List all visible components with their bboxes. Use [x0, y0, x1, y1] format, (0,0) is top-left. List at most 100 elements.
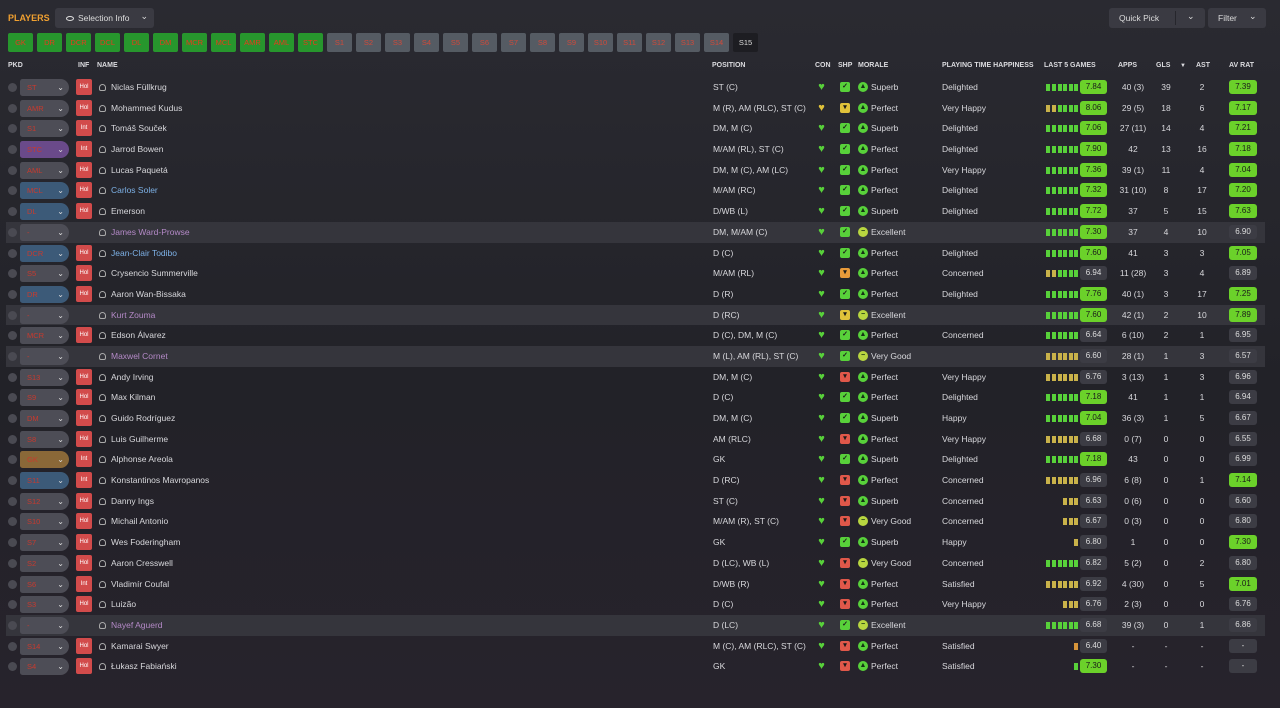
squad-position-select[interactable]: S2 ⌄	[20, 554, 69, 572]
player-name[interactable]: Luizão	[99, 594, 136, 615]
player-name[interactable]: Łukasz Fabiański	[99, 656, 177, 677]
inf-badge[interactable]: Hol	[76, 203, 92, 220]
table-row[interactable]: MCR ⌄ Hol Edson Álvarez D (C), DM, M (C) ♥ ✓ ▲ P…	[6, 325, 1265, 346]
player-name[interactable]: Andy Irving	[99, 367, 154, 388]
player-name[interactable]: Carlos Soler	[99, 180, 158, 201]
inf-badge[interactable]: Int	[76, 120, 92, 137]
inf-badge[interactable]: Hol	[76, 658, 92, 675]
table-row[interactable]: - ⌄ Kurt Zouma D (RC) ♥ ▾ − Excellent 7.60 42 (1)…	[6, 304, 1265, 326]
squad-position-select[interactable]: DR ⌄	[20, 285, 69, 303]
filter-button[interactable]: Filter ⌄	[1208, 8, 1266, 28]
squad-position-select[interactable]: S5 ⌄	[20, 265, 69, 283]
player-name[interactable]: Alphonse Areola	[99, 449, 173, 470]
player-name[interactable]: Vladimír Coufal	[99, 574, 169, 595]
inf-badge[interactable]: Hol	[76, 285, 92, 302]
col-apps[interactable]: APPS	[1118, 62, 1137, 69]
player-name[interactable]: Michail Antonio	[99, 511, 168, 532]
tab-s2[interactable]: S2	[356, 33, 381, 52]
tab-s1[interactable]: S1	[327, 33, 352, 52]
col-inf[interactable]: INF	[78, 62, 89, 69]
table-row[interactable]: - ⌄ Maxwel Cornet M (L), AM (RL), ST (C) ♥ ✓ −…	[6, 345, 1265, 367]
player-name[interactable]: Edson Álvarez	[99, 325, 166, 346]
table-row[interactable]: AMR ⌄ Hol Mohammed Kudus M (R), AM (RLC), ST…	[6, 98, 1265, 119]
squad-position-select[interactable]: S7 ⌄	[20, 534, 69, 552]
pkd-indicator[interactable]	[8, 310, 17, 320]
table-row[interactable]: STC ⌄ Int Jarrod Bowen M/AM (RL), ST (C) ♥ ✓ ▲ P…	[6, 139, 1265, 160]
pkd-indicator[interactable]	[8, 186, 17, 196]
squad-position-select[interactable]: - ⌄	[20, 616, 69, 634]
tab-mcl[interactable]: MCL	[211, 33, 236, 52]
inf-badge[interactable]: Hol	[76, 513, 92, 530]
tab-s3[interactable]: S3	[385, 33, 410, 52]
player-name[interactable]: Luis Guilherme	[99, 429, 168, 450]
inf-badge[interactable]: Hol	[76, 554, 92, 571]
pkd-indicator[interactable]	[8, 207, 17, 217]
player-name[interactable]: Lucas Paquetá	[99, 160, 168, 181]
pkd-indicator[interactable]	[8, 517, 17, 527]
tab-s13[interactable]: S13	[675, 33, 700, 52]
tab-s12[interactable]: S12	[646, 33, 671, 52]
pkd-indicator[interactable]	[8, 124, 17, 134]
table-row[interactable]: DL ⌄ Hol Emerson D/WB (L) ♥ ✓ ▲ Superb Delighted 7…	[6, 201, 1265, 222]
squad-position-select[interactable]: AML ⌄	[20, 161, 69, 179]
squad-position-select[interactable]: S3 ⌄	[20, 596, 69, 614]
table-row[interactable]: DR ⌄ Hol Aaron Wan-Bissaka D (R) ♥ ✓ ▲ Perfect De…	[6, 284, 1265, 305]
tab-aml[interactable]: AML	[269, 33, 294, 52]
col-con[interactable]: CON	[815, 62, 831, 69]
table-row[interactable]: MCL ⌄ Hol Carlos Soler M/AM (RC) ♥ ✓ ▲ Perfect De…	[6, 180, 1265, 201]
pkd-indicator[interactable]	[8, 600, 17, 610]
tab-amr[interactable]: AMR	[240, 33, 265, 52]
col-pkd[interactable]: PKD	[8, 62, 23, 69]
table-row[interactable]: S10 ⌄ Hol Michail Antonio M/AM (R), ST (C) ♥ ▾…	[6, 511, 1265, 532]
squad-position-select[interactable]: - ⌄	[20, 223, 69, 241]
pkd-indicator[interactable]	[8, 103, 17, 113]
player-name[interactable]: James Ward-Prowse	[99, 222, 190, 243]
squad-position-select[interactable]: DL ⌄	[20, 203, 69, 221]
pkd-indicator[interactable]	[8, 496, 17, 506]
pkd-indicator[interactable]	[8, 289, 17, 299]
squad-position-select[interactable]: MCL ⌄	[20, 182, 69, 200]
squad-position-select[interactable]: S1 ⌄	[20, 120, 69, 138]
table-row[interactable]: S3 ⌄ Hol Luizão D (C) ♥ ▾ ▲ Perfect Very Happy 6.7…	[6, 594, 1265, 615]
table-row[interactable]: GK ⌄ Int Alphonse Areola GK ♥ ✓ ▲ Superb Delighte…	[6, 449, 1265, 470]
player-name[interactable]: Danny Ings	[99, 491, 154, 512]
table-row[interactable]: S14 ⌄ Hol Kamarai Swyer M (C), AM (RLC), ST …	[6, 636, 1265, 657]
player-name[interactable]: Nayef Aguerd	[99, 615, 163, 636]
tab-s11[interactable]: S11	[617, 33, 642, 52]
pkd-indicator[interactable]	[8, 145, 17, 155]
squad-position-select[interactable]: S4 ⌄	[20, 658, 69, 676]
col-position[interactable]: POSITION	[712, 62, 745, 69]
pkd-indicator[interactable]	[8, 165, 17, 175]
inf-badge[interactable]: Hol	[76, 79, 92, 95]
squad-position-select[interactable]: S10 ⌄	[20, 513, 69, 531]
pkd-indicator[interactable]	[8, 351, 17, 361]
squad-position-select[interactable]: S6 ⌄	[20, 575, 69, 593]
tab-dcr[interactable]: DCR	[66, 33, 91, 52]
table-row[interactable]: S9 ⌄ Hol Max Kilman D (C) ♥ ✓ ▲ Perfect Delighted…	[6, 387, 1265, 408]
inf-badge[interactable]: Hol	[76, 368, 92, 385]
tab-mcr[interactable]: MCR	[182, 33, 207, 52]
pkd-indicator[interactable]	[8, 620, 17, 630]
inf-badge[interactable]: Hol	[76, 327, 92, 344]
player-name[interactable]: Niclas Füllkrug	[99, 77, 167, 98]
pkd-indicator[interactable]	[8, 476, 17, 486]
pkd-indicator[interactable]	[8, 372, 17, 382]
col-name[interactable]: NAME	[97, 62, 118, 69]
player-name[interactable]: Kamarai Swyer	[99, 636, 169, 657]
squad-position-select[interactable]: S13 ⌄	[20, 368, 69, 386]
pkd-indicator[interactable]	[8, 269, 17, 279]
table-row[interactable]: S6 ⌄ Int Vladimír Coufal D/WB (R) ♥ ▾ ▲ Perfect S…	[6, 574, 1265, 595]
pkd-indicator[interactable]	[8, 83, 17, 92]
table-row[interactable]: S2 ⌄ Hol Aaron Cresswell D (LC), WB (L) ♥ ▾ − Ve…	[6, 553, 1265, 574]
player-name[interactable]: Mohammed Kudus	[99, 98, 182, 119]
tab-s8[interactable]: S8	[530, 33, 555, 52]
player-name[interactable]: Konstantinos Mavropanos	[99, 470, 209, 491]
col-avrat[interactable]: AV RAT	[1229, 62, 1254, 69]
player-name[interactable]: Jean-Clair Todibo	[99, 243, 177, 264]
tab-s9[interactable]: S9	[559, 33, 584, 52]
inf-badge[interactable]: Int	[76, 472, 92, 489]
pkd-indicator[interactable]	[8, 455, 17, 465]
quick-pick-button[interactable]: Quick Pick ⌄	[1109, 8, 1205, 28]
player-name[interactable]: Aaron Cresswell	[99, 553, 173, 574]
tab-s5[interactable]: S5	[443, 33, 468, 52]
